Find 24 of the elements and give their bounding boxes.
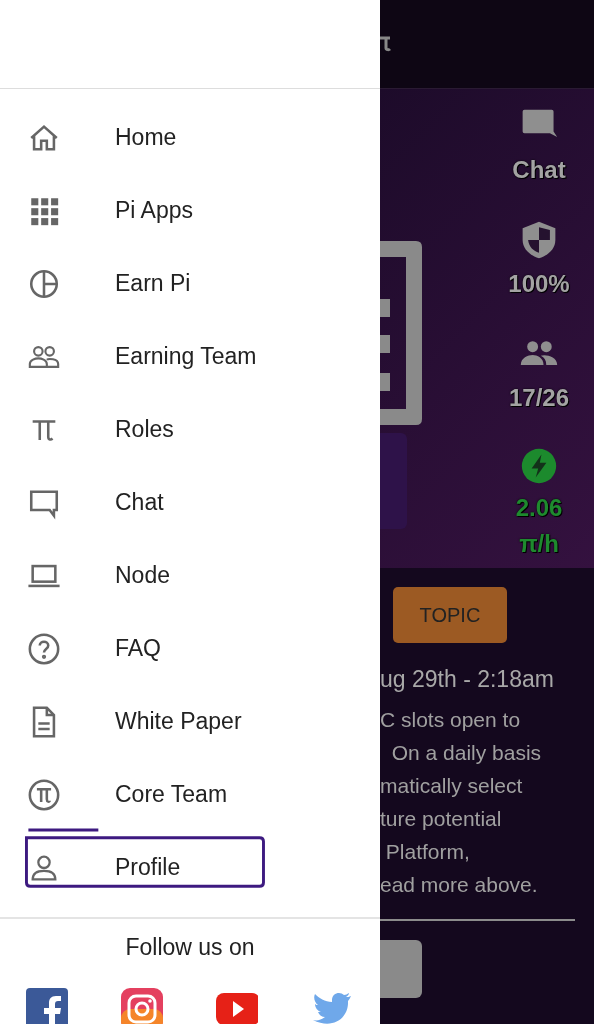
menu-item[interactable]: Home	[0, 101, 380, 174]
menu-item[interactable]: Node	[0, 539, 380, 612]
instagram-icon[interactable]	[121, 988, 163, 1024]
menu-item[interactable]: Core Team	[0, 758, 380, 831]
stat-value: Chat	[512, 155, 566, 185]
menu-item[interactable]: Chat	[0, 466, 380, 539]
stat-value: π/h	[519, 529, 559, 559]
help-icon	[27, 631, 61, 666]
stat-value: 2.06	[515, 493, 563, 523]
menu-item[interactable]: White Paper	[0, 685, 380, 758]
lightning-icon[interactable]	[519, 448, 559, 484]
announcement-text: C slots open to On a daily basis matically select ture potential Platform, ead more above.	[380, 707, 543, 898]
pi-coin-icon	[27, 777, 61, 812]
date-text: ug 29th - 2:18am	[380, 666, 555, 693]
stat-value: 100%	[508, 269, 570, 299]
follow-text: Follow us on	[125, 934, 255, 961]
menu-item[interactable]: Earn Pi	[0, 247, 380, 320]
facebook-icon[interactable]	[26, 988, 68, 1024]
stat-value: 17/26	[508, 383, 570, 413]
menu-item[interactable]: Pi Apps	[0, 174, 380, 247]
menu-item[interactable]: Roles	[0, 393, 380, 466]
menu-item[interactable]: Earning Team	[0, 320, 380, 393]
menu-item[interactable]: Profile	[0, 831, 380, 904]
menu-item[interactable]: FAQ	[0, 612, 380, 685]
